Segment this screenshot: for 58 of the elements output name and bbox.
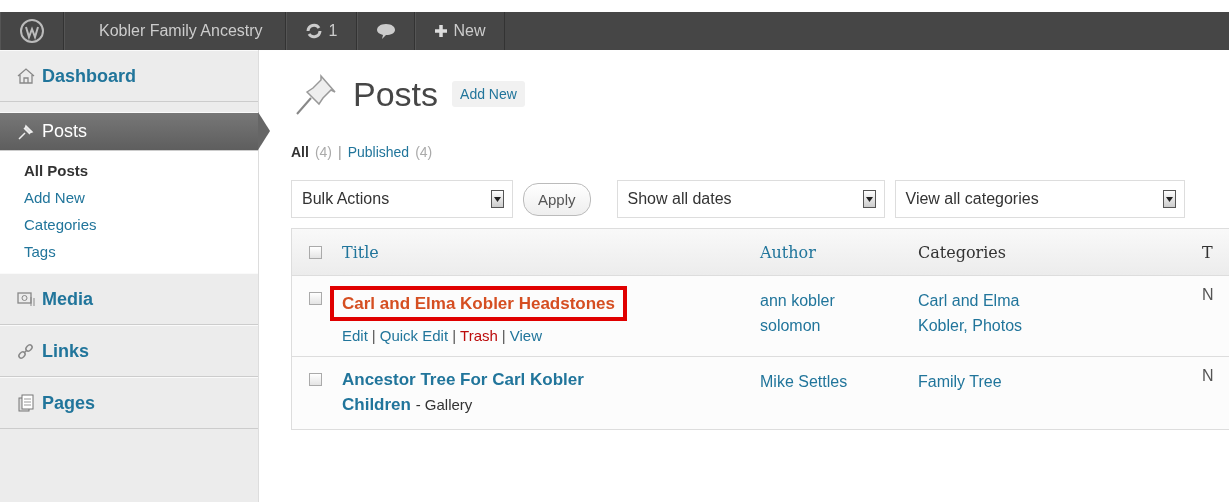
updates-button[interactable]: 1: [285, 12, 357, 50]
row-action-link[interactable]: Trash: [460, 327, 498, 344]
row-checkbox[interactable]: [309, 373, 322, 386]
separator: |: [338, 144, 342, 160]
apply-button[interactable]: Apply: [523, 182, 591, 216]
row-action-link[interactable]: Edit: [342, 327, 368, 344]
column-header[interactable]: Categories: [918, 242, 1006, 262]
table-cell: N: [1202, 286, 1214, 303]
refresh-icon: [304, 22, 323, 40]
date-filter-select[interactable]: Show all dates: [616, 180, 885, 218]
caret-icon: [491, 190, 504, 208]
home-icon: [16, 66, 36, 86]
count-label: (4): [415, 144, 433, 160]
caret-icon: [1162, 190, 1176, 208]
separator: |: [501, 327, 506, 344]
sidebar-menu-item[interactable]: Dashboard: [0, 50, 258, 102]
logo-icon: [19, 18, 45, 44]
page-title: Posts: [353, 74, 439, 114]
table-cell: N: [1202, 367, 1214, 384]
separator: |: [452, 327, 457, 344]
media-icon: [16, 289, 36, 309]
sidebar-menu-item[interactable]: Posts: [0, 112, 258, 151]
count-label: (4): [314, 144, 332, 160]
sidebar-menu-item[interactable]: Pages: [0, 377, 258, 429]
filter-link[interactable]: Published: [347, 144, 410, 160]
sidebar-menu-item[interactable]: Links: [0, 325, 258, 377]
post-title-link[interactable]: Carl and Elma Kobler Headstones: [342, 294, 616, 313]
column-header[interactable]: Author: [760, 242, 816, 262]
column-header[interactable]: T: [1202, 242, 1213, 262]
comments-button[interactable]: [356, 12, 415, 50]
site-name-link[interactable]: Kobler Family Ancestry: [64, 12, 286, 50]
speech-bubble-icon: [375, 22, 396, 40]
add-new-button[interactable]: Add New: [452, 81, 525, 107]
select-all-checkbox[interactable]: [309, 245, 322, 259]
logo-button[interactable]: [0, 12, 64, 50]
row-action-link[interactable]: Quick Edit: [379, 327, 449, 344]
submenu-item[interactable]: All Posts: [0, 157, 258, 184]
submenu-item[interactable]: Add New: [0, 184, 258, 211]
row-action-link[interactable]: View: [509, 327, 542, 344]
submenu-item[interactable]: Categories: [0, 211, 258, 238]
caret-icon: [862, 190, 876, 208]
sidebar-menu-item[interactable]: Media: [0, 273, 258, 325]
category-filter-select[interactable]: View all categories: [894, 180, 1185, 218]
separator: |: [371, 327, 376, 344]
chain-link-icon: [16, 341, 36, 361]
author-link[interactable]: Mike Settles: [760, 369, 848, 394]
plus-icon: [433, 24, 448, 38]
author-link[interactable]: ann kobler solomon: [760, 288, 870, 338]
new-button[interactable]: New: [414, 12, 505, 50]
row-checkbox[interactable]: [309, 292, 322, 305]
bulk-actions-select[interactable]: Bulk Actions: [291, 180, 513, 218]
categories-link[interactable]: Carl and Elma Kobler, Photos: [918, 288, 1048, 338]
column-header[interactable]: Title: [342, 242, 379, 262]
pages-icon: [16, 393, 36, 413]
filter-link[interactable]: All: [291, 144, 309, 160]
submenu-item[interactable]: Tags: [0, 238, 258, 265]
post-title-link[interactable]: Ancestor Tree For Carl Kobler Children - Gallery: [342, 367, 632, 417]
categories-link[interactable]: Family Tree: [918, 369, 1002, 394]
